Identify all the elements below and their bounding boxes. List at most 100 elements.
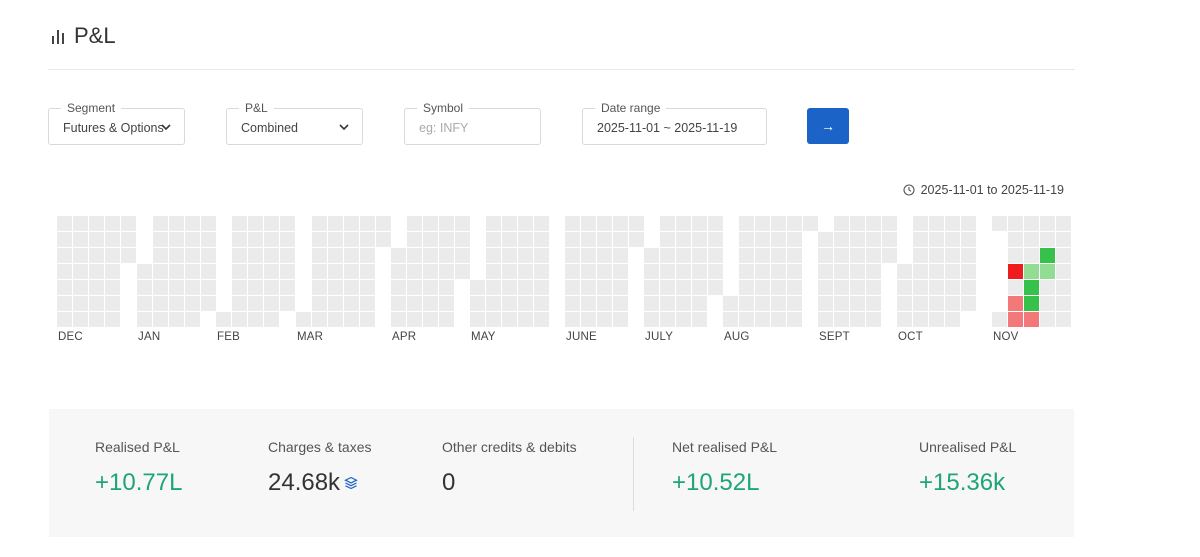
heatmap-day-cell[interactable]: [708, 264, 723, 279]
heatmap-day-cell[interactable]: [755, 248, 770, 263]
heatmap-day-cell[interactable]: [248, 216, 263, 231]
heatmap-day-cell[interactable]: [137, 312, 152, 327]
heatmap-day-cell[interactable]: [344, 248, 359, 263]
heatmap-day-cell[interactable]: [723, 296, 738, 311]
heatmap-day-cell[interactable]: [897, 296, 912, 311]
heatmap-day-cell[interactable]: [1008, 296, 1023, 311]
heatmap-day-cell[interactable]: [201, 216, 216, 231]
heatmap-day-cell[interactable]: [961, 296, 976, 311]
heatmap-day-cell[interactable]: [470, 312, 485, 327]
heatmap-day-cell[interactable]: [534, 232, 549, 247]
heatmap-day-cell[interactable]: [407, 232, 422, 247]
heatmap-day-cell[interactable]: [296, 312, 311, 327]
heatmap-day-cell[interactable]: [897, 280, 912, 295]
heatmap-day-cell[interactable]: [455, 216, 470, 231]
heatmap-day-cell[interactable]: [913, 248, 928, 263]
heatmap-day-cell[interactable]: [439, 248, 454, 263]
heatmap-day-cell[interactable]: [866, 280, 881, 295]
heatmap-day-cell[interactable]: [692, 248, 707, 263]
heatmap-day-cell[interactable]: [89, 312, 104, 327]
heatmap-day-cell[interactable]: [439, 312, 454, 327]
heatmap-day-cell[interactable]: [248, 296, 263, 311]
heatmap-day-cell[interactable]: [185, 248, 200, 263]
heatmap-day-cell[interactable]: [185, 312, 200, 327]
heatmap-day-cell[interactable]: [581, 264, 596, 279]
heatmap-day-cell[interactable]: [232, 312, 247, 327]
heatmap-day-cell[interactable]: [676, 280, 691, 295]
heatmap-day-cell[interactable]: [708, 280, 723, 295]
heatmap-day-cell[interactable]: [423, 232, 438, 247]
heatmap-day-cell[interactable]: [866, 232, 881, 247]
heatmap-day-cell[interactable]: [1008, 312, 1023, 327]
heatmap-day-cell[interactable]: [423, 280, 438, 295]
heatmap-day-cell[interactable]: [518, 232, 533, 247]
heatmap-day-cell[interactable]: [201, 280, 216, 295]
heatmap-day-cell[interactable]: [644, 296, 659, 311]
heatmap-day-cell[interactable]: [344, 312, 359, 327]
heatmap-day-cell[interactable]: [1024, 248, 1039, 263]
heatmap-day-cell[interactable]: [597, 216, 612, 231]
heatmap-day-cell[interactable]: [961, 264, 976, 279]
heatmap-day-cell[interactable]: [961, 280, 976, 295]
heatmap-day-cell[interactable]: [1056, 280, 1071, 295]
heatmap-day-cell[interactable]: [73, 264, 88, 279]
heatmap-day-cell[interactable]: [470, 296, 485, 311]
heatmap-day-cell[interactable]: [613, 232, 628, 247]
heatmap-day-cell[interactable]: [105, 232, 120, 247]
heatmap-day-cell[interactable]: [755, 296, 770, 311]
heatmap-day-cell[interactable]: [89, 296, 104, 311]
heatmap-day-cell[interactable]: [771, 216, 786, 231]
heatmap-day-cell[interactable]: [57, 264, 72, 279]
heatmap-day-cell[interactable]: [169, 248, 184, 263]
heatmap-day-cell[interactable]: [248, 280, 263, 295]
heatmap-day-cell[interactable]: [312, 280, 327, 295]
heatmap-day-cell[interactable]: [929, 312, 944, 327]
heatmap-day-cell[interactable]: [153, 248, 168, 263]
heatmap-day-cell[interactable]: [518, 264, 533, 279]
heatmap-day-cell[interactable]: [708, 216, 723, 231]
heatmap-day-cell[interactable]: [105, 248, 120, 263]
heatmap-day-cell[interactable]: [771, 248, 786, 263]
heatmap-day-cell[interactable]: [929, 216, 944, 231]
heatmap-day-cell[interactable]: [834, 312, 849, 327]
heatmap-day-cell[interactable]: [502, 312, 517, 327]
heatmap-day-cell[interactable]: [866, 296, 881, 311]
heatmap-day-cell[interactable]: [105, 312, 120, 327]
heatmap-day-cell[interactable]: [518, 296, 533, 311]
heatmap-day-cell[interactable]: [407, 312, 422, 327]
heatmap-day-cell[interactable]: [423, 216, 438, 231]
heatmap-day-cell[interactable]: [407, 280, 422, 295]
heatmap-day-cell[interactable]: [376, 232, 391, 247]
heatmap-day-cell[interactable]: [486, 312, 501, 327]
heatmap-day-cell[interactable]: [360, 232, 375, 247]
heatmap-day-cell[interactable]: [423, 264, 438, 279]
heatmap-day-cell[interactable]: [1040, 264, 1055, 279]
heatmap-day-cell[interactable]: [264, 296, 279, 311]
heatmap-day-cell[interactable]: [423, 248, 438, 263]
heatmap-day-cell[interactable]: [360, 296, 375, 311]
heatmap-day-cell[interactable]: [739, 232, 754, 247]
heatmap-day-cell[interactable]: [264, 232, 279, 247]
heatmap-day-cell[interactable]: [613, 280, 628, 295]
heatmap-day-cell[interactable]: [1024, 264, 1039, 279]
heatmap-day-cell[interactable]: [945, 232, 960, 247]
heatmap-day-cell[interactable]: [328, 312, 343, 327]
heatmap-day-cell[interactable]: [534, 248, 549, 263]
heatmap-day-cell[interactable]: [882, 248, 897, 263]
heatmap-day-cell[interactable]: [613, 296, 628, 311]
heatmap-day-cell[interactable]: [407, 264, 422, 279]
heatmap-day-cell[interactable]: [850, 248, 865, 263]
heatmap-day-cell[interactable]: [534, 216, 549, 231]
heatmap-day-cell[interactable]: [232, 264, 247, 279]
heatmap-day-cell[interactable]: [644, 312, 659, 327]
heatmap-day-cell[interactable]: [961, 232, 976, 247]
heatmap-day-cell[interactable]: [565, 312, 580, 327]
heatmap-day-cell[interactable]: [502, 216, 517, 231]
heatmap-day-cell[interactable]: [834, 296, 849, 311]
heatmap-day-cell[interactable]: [787, 248, 802, 263]
heatmap-day-cell[interactable]: [1024, 216, 1039, 231]
heatmap-day-cell[interactable]: [723, 312, 738, 327]
heatmap-day-cell[interactable]: [534, 264, 549, 279]
heatmap-day-cell[interactable]: [771, 312, 786, 327]
heatmap-day-cell[interactable]: [818, 296, 833, 311]
